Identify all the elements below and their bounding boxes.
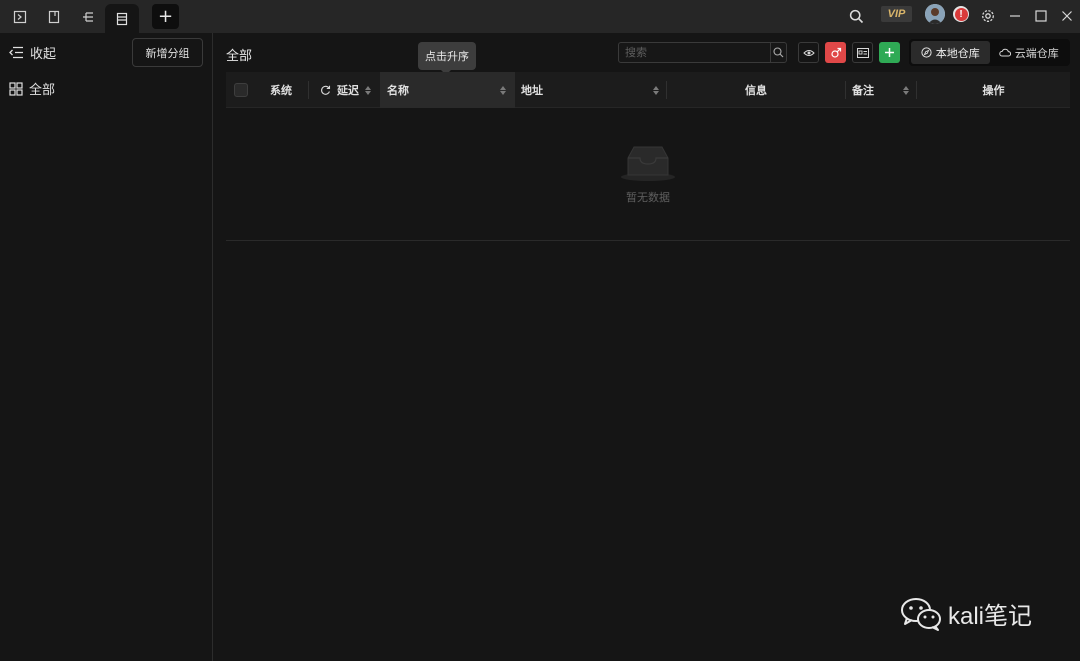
compass-icon	[921, 47, 932, 58]
close-icon	[1062, 11, 1072, 21]
add-tab-button[interactable]: +	[152, 4, 179, 29]
column-system[interactable]: 系统	[270, 72, 292, 108]
column-name[interactable]: 名称	[380, 72, 515, 108]
eye-icon	[802, 49, 815, 56]
list-icon	[116, 12, 128, 25]
column-system-label: 系统	[270, 84, 292, 97]
empty-state: 暂无数据	[226, 108, 1070, 241]
cloud-icon	[999, 48, 1011, 57]
watermark-text: kali笔记	[948, 603, 1033, 630]
refresh-icon[interactable]	[320, 85, 331, 96]
column-note-label: 备注	[852, 84, 874, 97]
search-icon	[849, 9, 863, 23]
alert-mark: !	[954, 7, 968, 21]
column-action: 操作	[917, 72, 1070, 108]
id-card-button[interactable]	[852, 42, 873, 63]
column-divider	[308, 81, 309, 99]
plus-icon	[885, 48, 894, 57]
avatar[interactable]	[925, 4, 945, 24]
watermark: kali笔记	[900, 596, 1032, 631]
column-latency[interactable]: 延迟	[320, 72, 359, 108]
local-repo-label: 本地仓库	[935, 46, 980, 60]
grid-icon	[9, 81, 23, 96]
select-all-checkbox[interactable]	[234, 83, 248, 97]
tree-icon	[83, 12, 93, 22]
column-info[interactable]: 信息	[667, 72, 845, 108]
column-address-label: 地址	[521, 84, 543, 97]
wechat-icon	[901, 597, 941, 631]
column-name-label: 名称	[387, 84, 409, 97]
add-button[interactable]	[879, 42, 900, 63]
search-icon	[773, 47, 784, 58]
sort-icon[interactable]	[499, 84, 506, 96]
male-icon	[830, 47, 841, 58]
male-filter-button[interactable]	[825, 42, 846, 63]
maximize-icon	[1035, 10, 1047, 22]
column-note[interactable]: 备注	[852, 72, 874, 108]
sort-icon[interactable]	[364, 84, 371, 96]
settings-button[interactable]	[979, 5, 997, 27]
search-submit-button[interactable]	[770, 43, 786, 62]
column-address[interactable]: 地址	[521, 72, 543, 108]
tab-list[interactable]	[105, 4, 139, 33]
search-input[interactable]	[619, 43, 770, 62]
plus-icon: +	[157, 5, 174, 27]
new-group-button[interactable]: 新增分组	[132, 38, 203, 67]
cloud-repo-label: 云端仓库	[1014, 46, 1059, 60]
title-bar: + VIP !	[0, 0, 1080, 33]
column-latency-label: 延迟	[337, 84, 359, 97]
sidebar-item-all[interactable]: 全部	[9, 79, 55, 98]
empty-inbox-icon	[621, 146, 675, 181]
alert-icon[interactable]: !	[953, 6, 969, 22]
minimize-button[interactable]	[1007, 5, 1023, 27]
local-repo-tab[interactable]: 本地仓库	[911, 41, 990, 64]
sidebar: 收起 新增分组 全部	[0, 33, 213, 661]
id-card-icon	[856, 47, 869, 58]
sort-icon[interactable]	[652, 84, 659, 96]
table-header: 系统 延迟 名称 地址 信息 备注 操作	[226, 72, 1070, 108]
sort-tooltip: 点击升序	[418, 42, 476, 75]
tab-tree[interactable]	[74, 4, 102, 30]
search-field	[618, 42, 787, 63]
sidebar-item-label: 全部	[29, 83, 56, 98]
new-group-label: 新增分组	[145, 46, 190, 60]
close-button[interactable]	[1059, 5, 1075, 27]
tab-terminal[interactable]	[6, 4, 34, 30]
empty-text: 暂无数据	[626, 191, 670, 204]
settings-icon	[982, 10, 994, 22]
collapse-button[interactable]: 收起	[9, 43, 56, 62]
vip-badge[interactable]: VIP	[881, 6, 912, 22]
document-icon	[48, 10, 60, 24]
terminal-icon	[13, 10, 27, 24]
maximize-button[interactable]	[1033, 5, 1049, 27]
visibility-button[interactable]	[798, 42, 819, 63]
column-action-label: 操作	[982, 84, 1005, 97]
repository-switch: 本地仓库 云端仓库	[909, 39, 1070, 66]
minimize-icon	[1010, 15, 1020, 17]
column-info-label: 信息	[745, 84, 767, 97]
cloud-repo-tab[interactable]: 云端仓库	[990, 41, 1069, 64]
page-title: 全部	[226, 49, 253, 64]
tab-document[interactable]	[40, 4, 68, 30]
collapse-label: 收起	[30, 47, 57, 62]
sort-icon[interactable]	[902, 84, 909, 96]
search-button[interactable]	[846, 5, 866, 27]
collapse-menu-icon	[9, 46, 23, 59]
column-divider	[845, 81, 846, 99]
